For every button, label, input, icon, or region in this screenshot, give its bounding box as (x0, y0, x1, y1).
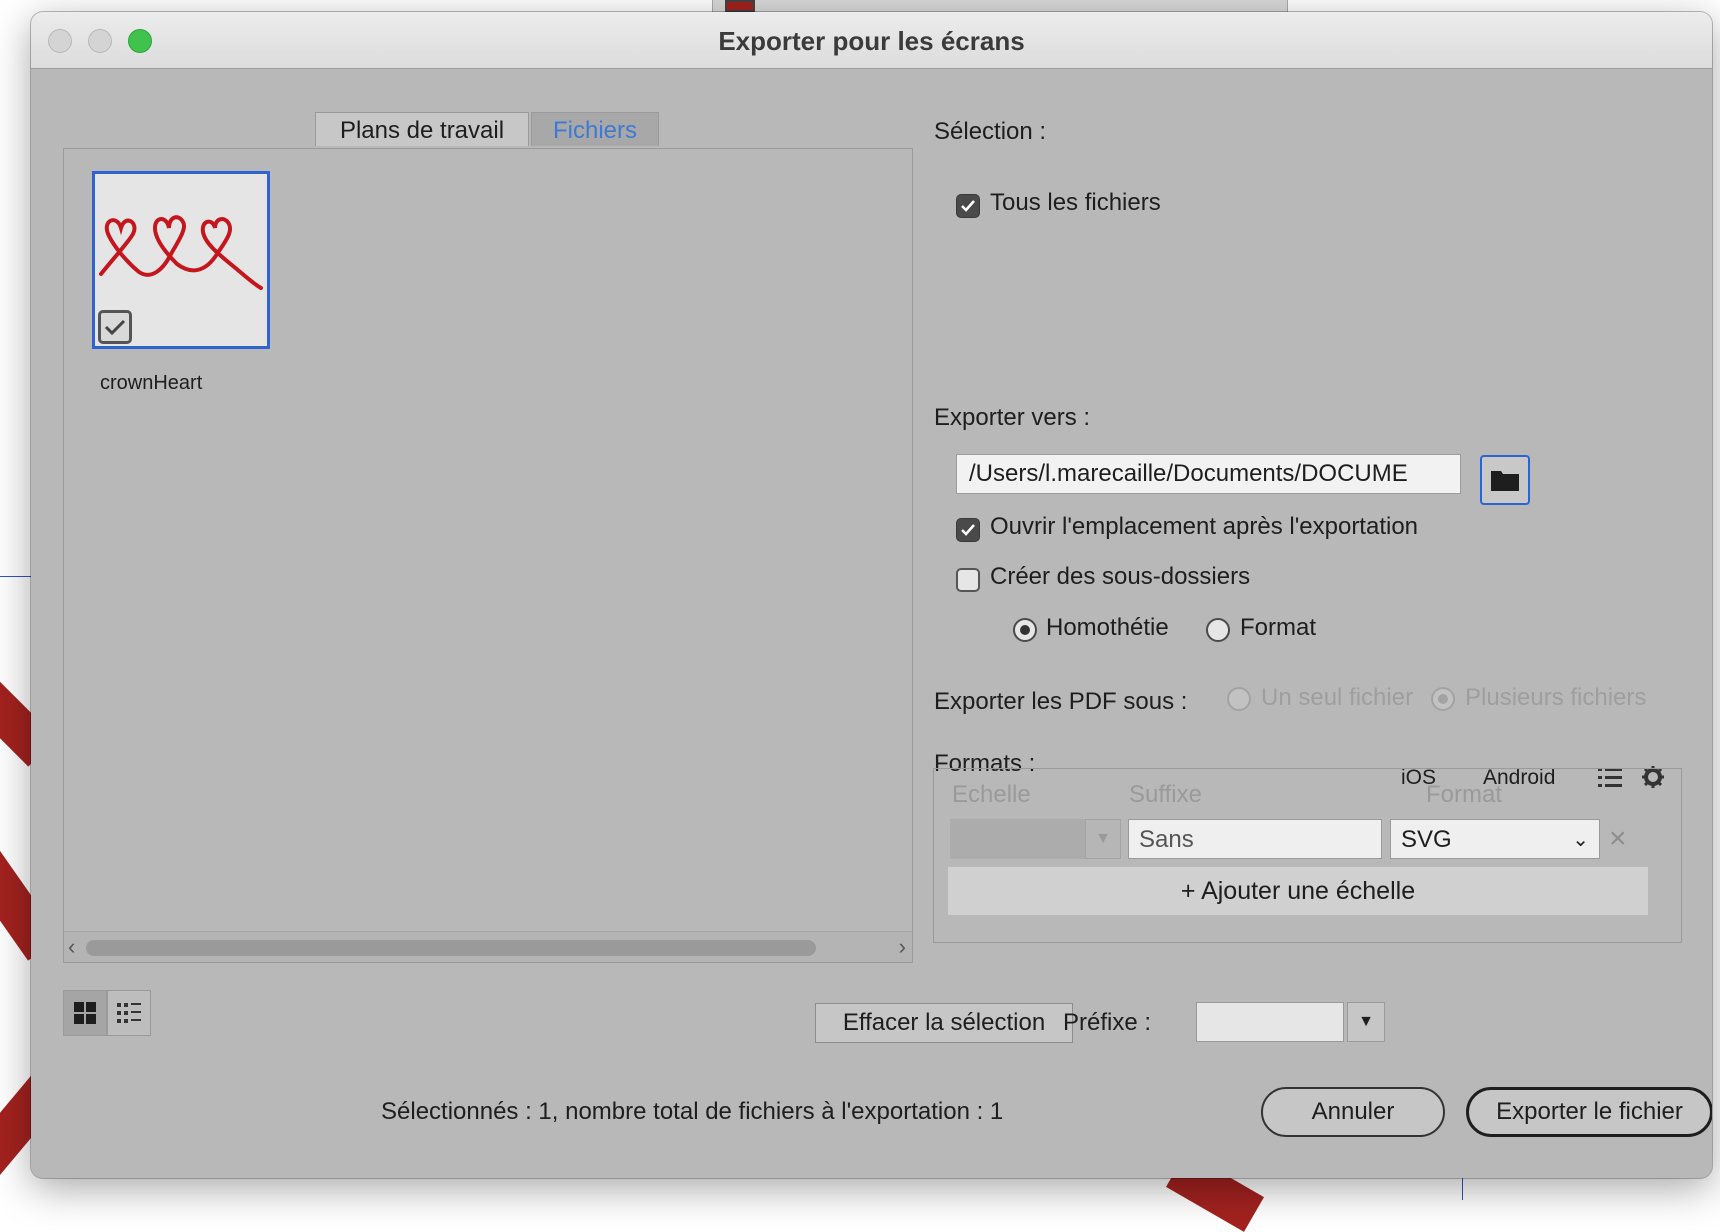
clear-selection-button[interactable]: Effacer la sélection (815, 1003, 1073, 1043)
prefix-field[interactable] (1196, 1002, 1344, 1042)
dialog-title: Exporter pour les écrans (718, 26, 1025, 56)
prefix-label: Préfixe : (1063, 1009, 1152, 1036)
file-checkbox[interactable] (98, 310, 132, 344)
pdf-multiple-files-radio[interactable] (1431, 687, 1455, 711)
export-for-screens-dialog: Exporter pour les écrans Plans de travai… (31, 12, 1712, 1178)
remove-scale-icon[interactable]: × (1609, 819, 1627, 859)
file-thumbnail[interactable] (92, 171, 270, 349)
tab-files[interactable]: Fichiers (531, 112, 659, 146)
scrollbar-thumb[interactable] (86, 940, 816, 956)
scale-subfolder-label[interactable]: Homothétie (1046, 614, 1169, 642)
choose-folder-button[interactable] (1480, 455, 1530, 505)
export-to-heading: Exporter vers : (934, 404, 1091, 431)
column-header-suffix: Suffixe (1129, 781, 1202, 808)
tab-artboards[interactable]: Plans de travail (315, 112, 529, 146)
list-grid-icon (117, 1003, 141, 1023)
export-pdf-heading: Exporter les PDF sous : (934, 688, 1188, 715)
horizontal-scrollbar[interactable]: ‹ › (64, 931, 912, 962)
selection-heading: Sélection : (934, 118, 1047, 145)
all-files-label[interactable]: Tous les fichiers (990, 189, 1161, 217)
status-text: Sélectionnés : 1, nombre total de fichie… (381, 1098, 1004, 1125)
export-path-field[interactable]: /Users/l.marecaille/Documents/DOCUME (956, 454, 1461, 494)
pdf-single-file-radio[interactable] (1227, 687, 1251, 711)
format-select-value: SVG (1401, 826, 1452, 853)
cancel-button[interactable]: Annuler (1261, 1087, 1445, 1137)
format-subfolder-label[interactable]: Format (1240, 614, 1316, 642)
background-swatch (725, 0, 755, 12)
prefix-dropdown-arrow[interactable]: ▼ (1347, 1002, 1385, 1042)
scale-subfolder-radio[interactable] (1013, 618, 1037, 642)
format-select[interactable]: SVG ⌄ (1390, 819, 1600, 859)
create-subfolders-label[interactable]: Créer des sous-dossiers (990, 563, 1250, 591)
list-view-button[interactable] (107, 990, 151, 1036)
scroll-left-icon[interactable]: ‹ (68, 934, 75, 960)
crown-heart-artwork (99, 215, 263, 290)
formats-table: Echelle Suffixe Format ▼ Sans SVG ⌄ × + … (933, 768, 1682, 943)
pdf-single-file-label[interactable]: Un seul fichier (1261, 684, 1413, 712)
add-scale-button[interactable]: + Ajouter une échelle (948, 867, 1648, 915)
scroll-right-icon[interactable]: › (899, 934, 906, 960)
checkmark-icon (961, 524, 975, 536)
format-subfolder-radio[interactable] (1206, 618, 1230, 642)
checkmark-icon (961, 200, 975, 212)
grid-icon (74, 1002, 96, 1024)
plus-icon: + (1180, 877, 1202, 905)
grid-view-button[interactable] (63, 990, 107, 1036)
folder-icon (1491, 471, 1519, 491)
files-grid-panel: crownHeart ‹ › (63, 148, 913, 963)
column-header-scale: Echelle (952, 781, 1031, 808)
suffix-field[interactable]: Sans (1128, 819, 1382, 859)
scale-dropdown-arrow[interactable]: ▼ (1085, 819, 1121, 859)
open-after-export-label[interactable]: Ouvrir l'emplacement après l'exportation (990, 513, 1418, 541)
create-subfolders-checkbox[interactable] (956, 568, 980, 592)
scale-combobox[interactable] (950, 819, 1085, 859)
export-file-button[interactable]: Exporter le fichier (1466, 1087, 1712, 1137)
all-files-checkbox[interactable] (956, 194, 980, 218)
column-header-format: Format (1426, 781, 1503, 808)
checkmark-icon (104, 319, 126, 336)
file-name-label: crownHeart (100, 372, 203, 394)
pdf-multiple-files-label[interactable]: Plusieurs fichiers (1465, 684, 1646, 712)
add-scale-label: Ajouter une échelle (1201, 877, 1416, 905)
title-bar: Exporter pour les écrans (31, 12, 1712, 69)
chevron-down-icon: ⌄ (1572, 829, 1589, 851)
open-after-export-checkbox[interactable] (956, 518, 980, 542)
